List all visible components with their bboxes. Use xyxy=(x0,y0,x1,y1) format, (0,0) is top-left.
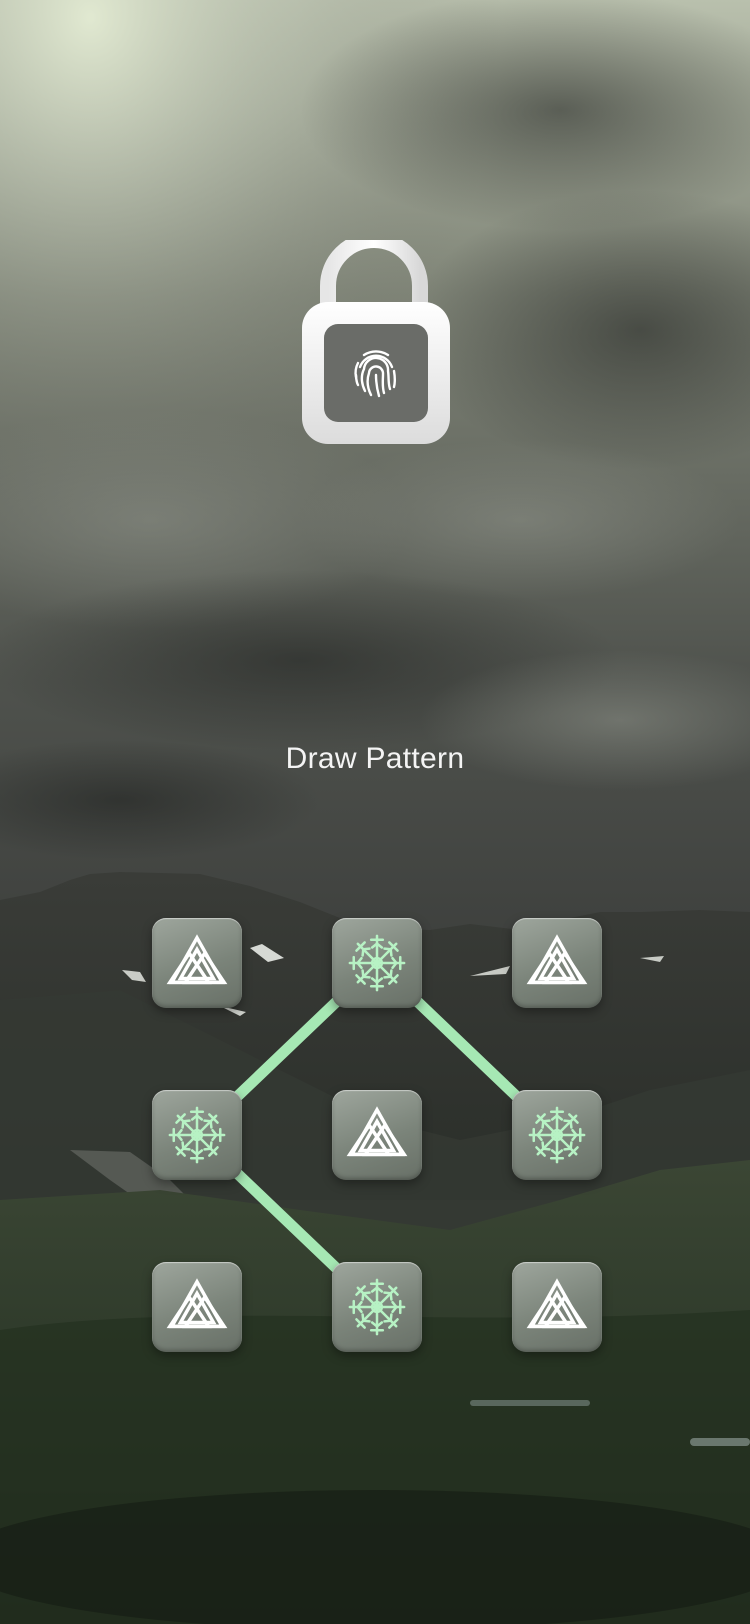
pattern-node-6[interactable] xyxy=(512,1090,602,1180)
unlocked-padlock-icon xyxy=(300,232,452,446)
pattern-node-9[interactable] xyxy=(512,1262,602,1352)
pattern-node-3[interactable] xyxy=(512,918,602,1008)
valknut-icon xyxy=(526,1278,588,1329)
pattern-node-8[interactable] xyxy=(332,1262,422,1352)
valknut-icon xyxy=(526,934,588,985)
aegishjalmur-icon xyxy=(348,1278,406,1336)
valknut-icon xyxy=(166,934,228,985)
pattern-node-1[interactable] xyxy=(152,918,242,1008)
pattern-node-5[interactable] xyxy=(332,1090,422,1180)
aegishjalmur-icon xyxy=(528,1106,586,1164)
pattern-node-2[interactable] xyxy=(332,918,422,1008)
pattern-node-4[interactable] xyxy=(152,1090,242,1180)
aegishjalmur-icon xyxy=(168,1106,226,1164)
valknut-icon xyxy=(346,1106,408,1157)
aegishjalmur-icon xyxy=(348,934,406,992)
valknut-icon xyxy=(166,1278,228,1329)
page-title: Draw Pattern xyxy=(285,742,465,775)
pattern-node-7[interactable] xyxy=(152,1262,242,1352)
